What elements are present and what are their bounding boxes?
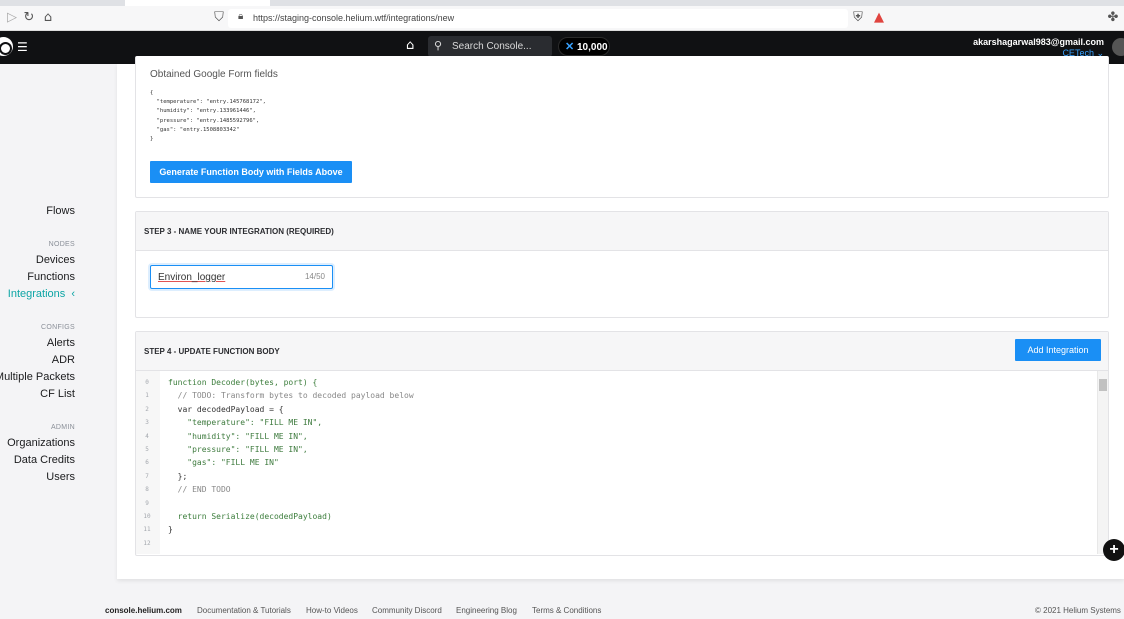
function-body-editor[interactable]: 0 function Decoder(bytes, port) { 1 // TOD…: [136, 371, 1108, 554]
data-credits-balance[interactable]: ✕ 10,000: [558, 37, 610, 56]
helium-logo-icon[interactable]: [0, 37, 13, 56]
line-number: 8: [145, 486, 149, 494]
integration-name-input[interactable]: Environ_logger 14/50: [150, 265, 333, 289]
line-number: 5: [145, 446, 149, 453]
home-icon[interactable]: ⌂: [40, 10, 56, 26]
address-bar[interactable]: 🔒︎ https://staging-console.helium.wtf/in…: [228, 9, 848, 28]
sidebar-item-organizations[interactable]: Organizations: [7, 437, 75, 449]
google-form-fields-label: Obtained Google Form fields: [150, 69, 278, 80]
code-line[interactable]: return Serialize(decodedPayload): [168, 512, 332, 521]
reload-icon[interactable]: ↻: [21, 10, 37, 26]
step4-header: STEP 4 - UPDATE FUNCTION BODY: [136, 332, 1108, 371]
footer-copyright: © 2021 Helium Systems: [1035, 606, 1121, 615]
code-line[interactable]: }: [168, 525, 173, 534]
line-number: 0: [145, 379, 149, 386]
sidebar-item-integrations[interactable]: Integrations ‹: [8, 288, 75, 300]
step3-header: STEP 3 - NAME YOUR INTEGRATION (REQUIRED…: [136, 212, 1108, 251]
footer-discord-link[interactable]: Community Discord: [372, 606, 442, 615]
sidebar-item-label: Integrations: [7, 288, 66, 300]
menu-icon[interactable]: ☰: [17, 40, 28, 54]
sidebar-item-cf-list[interactable]: CF List: [40, 388, 75, 400]
sidebar-item-flows[interactable]: Flows: [46, 205, 75, 217]
search-console[interactable]: ⚲ Search Console...: [428, 36, 552, 57]
line-number: 9: [145, 499, 149, 507]
code-line[interactable]: "temperature": "FILL ME IN",: [168, 418, 322, 427]
lock-icon: 🔒︎: [238, 11, 244, 22]
code-line[interactable]: // TODO: Transform bytes to decoded payl…: [168, 391, 414, 400]
code-line[interactable]: "gas": "FILL ME IN": [168, 458, 279, 467]
line-number: 3: [145, 419, 149, 427]
line-number: 10: [143, 513, 151, 520]
home-icon[interactable]: ⌂: [406, 38, 414, 53]
sidebar-section-nodes: NODES: [48, 241, 75, 248]
sidebar-item-multiple-packets[interactable]: Multiple Packets: [0, 371, 75, 383]
sidebar-section-configs: CONFIGS: [41, 324, 75, 331]
character-count: 14/50: [304, 272, 325, 281]
user-email: akarshagarwal983@gmail.com: [973, 37, 1104, 47]
footer-docs-link[interactable]: Documentation & Tutorials: [197, 606, 291, 615]
code-line[interactable]: "humidity": "FILL ME IN",: [168, 432, 307, 441]
step3-title: STEP 3 - NAME YOUR INTEGRATION (REQUIRED…: [144, 227, 334, 236]
search-icon: ⚲: [434, 39, 443, 52]
code-line[interactable]: function Decoder(bytes, port) {: [168, 378, 317, 387]
brave-rewards-icon[interactable]: ▲: [871, 10, 887, 26]
sidebar-section-admin: ADMIN: [50, 424, 75, 431]
code-line[interactable]: };: [168, 472, 188, 481]
sidebar-item-adr[interactable]: ADR: [52, 354, 75, 366]
back-icon[interactable]: ▷: [4, 10, 20, 26]
sidebar-item-data-credits[interactable]: Data Credits: [14, 454, 75, 466]
chevron-left-icon: ‹: [71, 288, 75, 300]
sidebar-item-users[interactable]: Users: [46, 471, 75, 483]
url-text[interactable]: https://staging-console.helium.wtf/integ…: [253, 13, 454, 23]
google-form-fields-json: { "temperature": "entry.145768172", "hum…: [150, 90, 266, 143]
footer-brand-link[interactable]: console.helium.com: [105, 606, 182, 615]
line-number: 11: [143, 526, 151, 534]
line-number: 7: [145, 472, 149, 480]
line-number: 4: [145, 432, 149, 440]
code-line[interactable]: // END TODO: [168, 485, 231, 494]
footer-videos-link[interactable]: How-to Videos: [306, 606, 358, 615]
line-number: 6: [145, 459, 149, 467]
extensions-icon[interactable]: ✤: [1105, 10, 1121, 26]
line-number: 12: [143, 539, 151, 547]
sidebar-item-functions[interactable]: Functions: [27, 271, 75, 283]
line-number: 1: [145, 392, 149, 400]
footer-terms-link[interactable]: Terms & Conditions: [532, 606, 601, 615]
add-integration-button[interactable]: Add Integration: [1015, 339, 1101, 361]
code-line[interactable]: "pressure": "FILL ME IN",: [168, 445, 307, 454]
sidebar-item-devices[interactable]: Devices: [36, 254, 75, 266]
editor-scrollbar[interactable]: [1097, 371, 1108, 554]
step4-title: STEP 4 - UPDATE FUNCTION BODY: [144, 347, 280, 356]
browser-toolbar: ▷ ↻ ⌂ ⛉ 🔒︎ https://staging-console.heliu…: [0, 6, 1124, 31]
brave-shield-icon[interactable]: ⛨: [850, 10, 866, 26]
footer-blog-link[interactable]: Engineering Blog: [456, 606, 517, 615]
line-number: 2: [145, 405, 149, 413]
bookmark-icon[interactable]: ⛉: [211, 10, 227, 26]
data-credits-value: 10,000: [577, 42, 608, 53]
search-placeholder[interactable]: Search Console...: [452, 41, 532, 52]
code-line[interactable]: var decodedPayload = {: [168, 405, 284, 414]
sidebar-item-alerts[interactable]: Alerts: [47, 337, 75, 349]
generate-function-body-button[interactable]: Generate Function Body with Fields Above: [150, 161, 352, 183]
editor-scrollbar-thumb[interactable]: [1099, 379, 1107, 391]
plus-icon[interactable]: +: [1103, 539, 1124, 561]
integration-name-value[interactable]: Environ_logger: [158, 272, 225, 283]
avatar-icon[interactable]: [1112, 38, 1124, 56]
data-credits-icon: ✕: [565, 41, 575, 53]
